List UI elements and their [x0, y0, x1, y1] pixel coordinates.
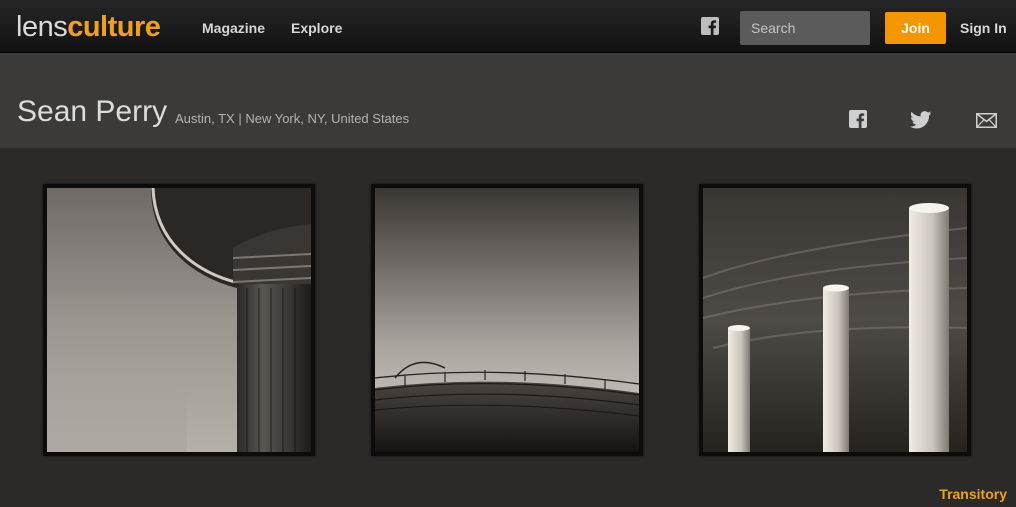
share-email-icon[interactable]	[976, 113, 997, 128]
lensculture-logo[interactable]: lensculture	[16, 10, 161, 44]
share-facebook-icon[interactable]	[849, 110, 867, 128]
logo-text-bold: culture	[67, 11, 161, 43]
dome-image	[375, 188, 639, 452]
water-tower-image	[47, 188, 311, 452]
nav-link-explore[interactable]: Explore	[291, 20, 342, 36]
gallery-photo-smokestacks[interactable]	[699, 184, 971, 456]
nav-link-magazine[interactable]: Magazine	[202, 20, 265, 36]
smokestacks-image	[703, 188, 967, 452]
join-button[interactable]: Join	[885, 12, 946, 44]
series-title-link[interactable]: Transitory	[939, 486, 1007, 502]
facebook-icon[interactable]	[701, 17, 719, 35]
gallery-photo-dome[interactable]	[371, 184, 643, 456]
top-nav-bar: lensculture Magazine Explore Join Sign I…	[0, 0, 1016, 53]
photographer-name[interactable]: Sean Perry	[17, 94, 167, 130]
sign-in-link[interactable]: Sign In	[960, 20, 1007, 36]
gallery-photo-water-tower[interactable]	[43, 184, 315, 456]
logo-text-light: lens	[16, 11, 68, 43]
share-twitter-icon[interactable]	[910, 111, 932, 129]
search-input[interactable]	[740, 11, 870, 45]
photographer-location: Austin, TX | New York, NY, United States	[175, 111, 410, 126]
